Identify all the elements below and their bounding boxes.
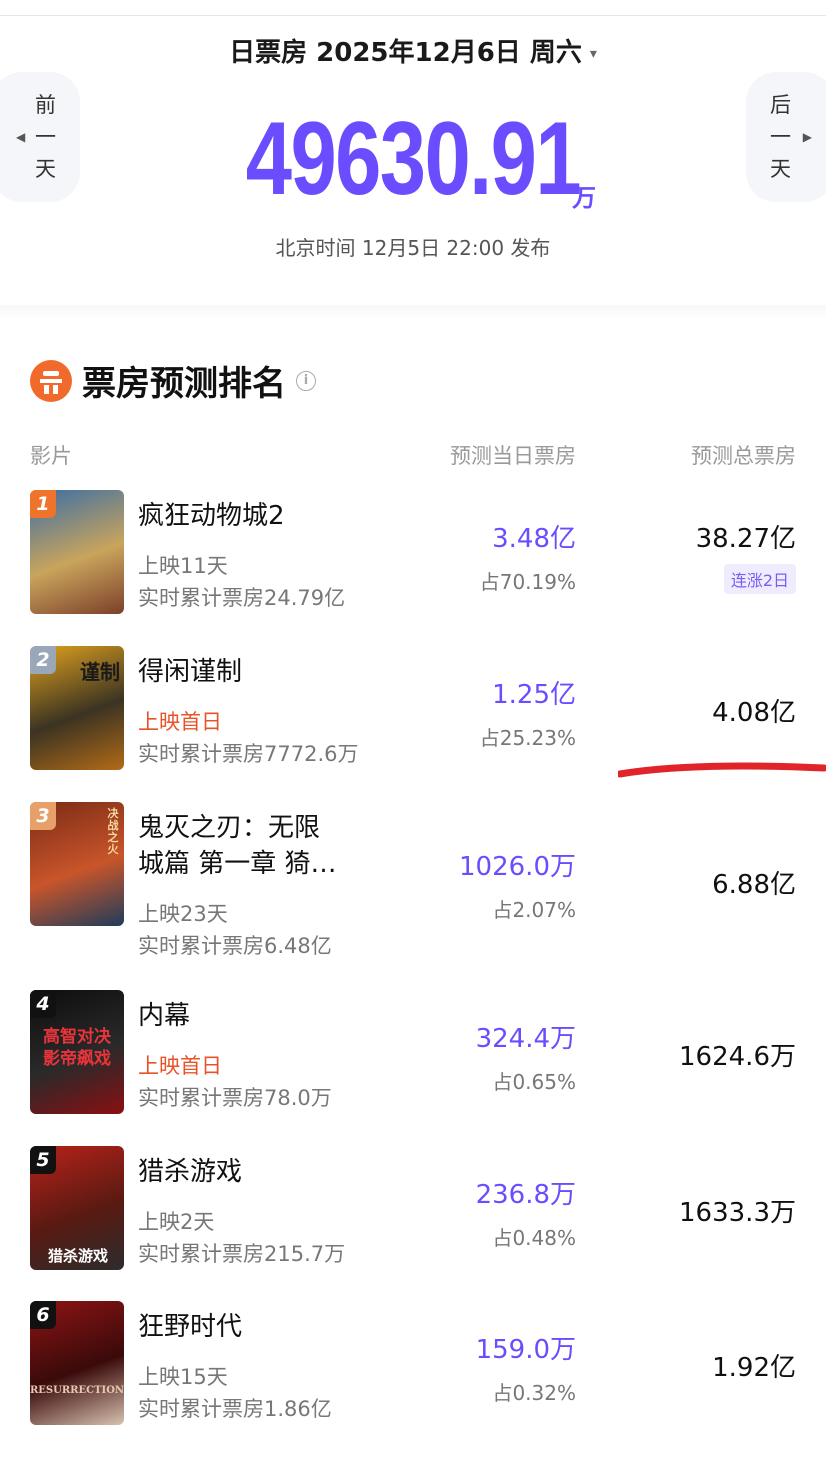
cumulative-box-office: 实时累计票房7772.6万 xyxy=(138,742,359,766)
column-header-film: 影片 xyxy=(30,444,72,468)
movie-title-line2[interactable]: 城篇 第一章 猗… xyxy=(138,846,368,882)
rank-badge: 4 xyxy=(30,990,56,1018)
movie-poster[interactable]: 6 RESURRECTION xyxy=(30,1301,124,1425)
total-box-office-value: 49630.91 xyxy=(245,101,582,217)
chevron-down-icon[interactable]: ▾ xyxy=(590,46,597,62)
red-annotation-stroke xyxy=(618,762,826,778)
rising-badge: 连涨2日 xyxy=(723,564,796,594)
forecast-day-share: 占70.19% xyxy=(479,570,576,594)
top-divider xyxy=(0,15,826,16)
rank-badge: 5 xyxy=(30,1146,56,1174)
cumulative-box-office: 实时累计票房1.86亿 xyxy=(138,1397,332,1421)
rank-badge: 1 xyxy=(30,490,56,518)
section-header: 票房预测排名 i xyxy=(30,356,316,405)
column-header-day-forecast: 预测当日票房 xyxy=(450,444,576,468)
forecast-day-share: 占2.07% xyxy=(492,898,576,922)
poster-caption: 高智对决 影帝飙戏 xyxy=(43,1027,111,1069)
forecast-total-box-office: 1633.3万 xyxy=(679,1198,796,1228)
forecast-day-share: 占0.48% xyxy=(492,1226,576,1250)
cumulative-box-office: 实时累计票房6.48亿 xyxy=(138,934,332,958)
total-box-office-unit: 万 xyxy=(572,184,596,212)
section-title: 票房预测排名 xyxy=(82,364,286,404)
forecast-day-share: 占25.23% xyxy=(479,726,576,750)
list-item[interactable]: 1 疯狂动物城2 上映11天实时累计票房24.79亿 3.48亿占70.19% 38.2… xyxy=(0,490,826,640)
rank-badge: 3 xyxy=(30,802,56,830)
poster-caption: 谨制 xyxy=(80,660,120,684)
forecast-day-box-office: 236.8万 xyxy=(475,1180,576,1210)
movie-title[interactable]: 疯狂动物城2 xyxy=(138,498,368,534)
rank-badge: 2 xyxy=(30,646,56,674)
release-status: 上映首日 xyxy=(138,710,222,734)
list-item[interactable]: 4 高智对决 影帝飙戏 内幕上映首日实时累计票房78.0万 324.4万占0.65% 1… xyxy=(0,990,826,1140)
movie-title[interactable]: 得闲谨制 xyxy=(138,654,368,690)
movie-title[interactable]: 猎杀游戏 xyxy=(138,1154,368,1190)
release-status: 上映11天 xyxy=(138,554,228,578)
poster-caption: 决战之火 xyxy=(107,807,119,856)
list-item[interactable]: 3 决战之火 鬼灭之刃：无限 城篇 第一章 猗… 上映23天实时累计票房6.48亿 102… xyxy=(0,802,826,958)
forecast-total-box-office: 4.08亿 xyxy=(712,698,796,728)
forecast-day-share: 占0.32% xyxy=(492,1381,576,1405)
movie-poster[interactable]: 4 高智对决 影帝飙戏 xyxy=(30,990,124,1114)
forecast-total-box-office: 6.88亿 xyxy=(712,870,796,900)
forecast-day-box-office: 1026.0万 xyxy=(459,852,576,882)
section-separator xyxy=(0,305,826,319)
movie-title[interactable]: 狂野时代 xyxy=(138,1309,368,1345)
movie-title[interactable]: 内幕 xyxy=(138,998,368,1034)
info-icon[interactable]: i xyxy=(296,370,316,391)
rank-badge: 6 xyxy=(30,1301,56,1329)
publish-time: 北京时间 12月5日 22:00 发布 xyxy=(275,236,551,260)
cumulative-box-office: 实时累计票房78.0万 xyxy=(138,1086,332,1110)
cumulative-box-office: 实时累计票房24.79亿 xyxy=(138,586,346,610)
forecast-day-share: 占0.65% xyxy=(492,1070,576,1094)
forecast-day-box-office: 1.25亿 xyxy=(492,680,576,710)
forecast-total-box-office: 1624.6万 xyxy=(679,1042,796,1072)
ticket-booth-icon xyxy=(30,359,72,402)
forecast-day-box-office: 324.4万 xyxy=(475,1024,576,1054)
forecast-day-box-office: 3.48亿 xyxy=(492,524,576,554)
forecast-total-box-office: 1.92亿 xyxy=(712,1353,796,1383)
date-title[interactable]: 日票房 2025年12月6日 周六 xyxy=(229,38,582,68)
movie-poster[interactable]: 1 xyxy=(30,490,124,614)
release-status: 上映2天 xyxy=(138,1210,215,1234)
list-item[interactable]: 5 猎杀游戏 猎杀游戏 上映2天 实时累计票房215.7万 236.8万 占0.48% 163… xyxy=(0,1146,826,1296)
forecast-total-box-office: 38.27亿 xyxy=(695,524,796,554)
poster-caption: 猎杀游戏 xyxy=(47,1247,108,1265)
release-status: 上映23天 xyxy=(138,902,228,926)
movie-title[interactable]: 鬼灭之刃：无限 xyxy=(138,810,368,846)
date-selector[interactable]: 日票房 2025年12月6日 周六 ▾ xyxy=(0,32,826,69)
forecast-day-box-office: 159.0万 xyxy=(475,1335,576,1365)
release-status: 上映15天 xyxy=(138,1365,228,1389)
column-header-total-forecast: 预测总票房 xyxy=(691,444,796,468)
movie-poster[interactable]: 2 谨制 xyxy=(30,646,124,770)
cumulative-box-office: 实时累计票房215.7万 xyxy=(138,1242,346,1266)
poster-caption: RESURRECTION xyxy=(30,1385,124,1396)
box-office-page: 日票房 2025年12月6日 周六 ▾ ◀ 前 一 天 ▶ 后 一 天 49630… xyxy=(0,0,826,1458)
movie-poster[interactable]: 5 猎杀游戏 xyxy=(30,1146,124,1270)
release-status: 上映首日 xyxy=(138,1054,222,1078)
list-item[interactable]: 6 RESURRECTION 狂野时代上映15天实时累计票房1.86亿 159.0万占… xyxy=(0,1301,826,1451)
total-box-office: 49630.91 万 xyxy=(0,100,826,219)
movie-poster[interactable]: 3 决战之火 xyxy=(30,802,124,926)
